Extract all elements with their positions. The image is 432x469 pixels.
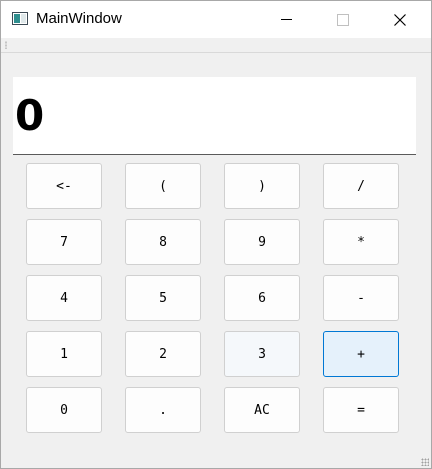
minimize-button[interactable] xyxy=(263,1,309,38)
digit-7-button[interactable]: 7 xyxy=(26,219,102,265)
add-button[interactable]: + xyxy=(323,331,399,377)
digit-6-button[interactable]: 6 xyxy=(224,275,300,321)
digit-8-button[interactable]: 8 xyxy=(125,219,201,265)
calculator-display: 0 xyxy=(13,77,416,155)
maximize-icon xyxy=(337,13,349,26)
toolbar-grip-icon[interactable] xyxy=(5,41,7,49)
subtract-button[interactable]: - xyxy=(323,275,399,321)
digit-0-button[interactable]: 0 xyxy=(26,387,102,433)
size-grip-icon[interactable] xyxy=(421,458,429,466)
maximize-button[interactable] xyxy=(320,1,366,38)
digit-1-button[interactable]: 1 xyxy=(26,331,102,377)
open-paren-button[interactable]: ( xyxy=(125,163,201,209)
multiply-button[interactable]: * xyxy=(323,219,399,265)
backspace-button[interactable]: <- xyxy=(26,163,102,209)
digit-9-button[interactable]: 9 xyxy=(224,219,300,265)
equals-button[interactable]: = xyxy=(323,387,399,433)
minimize-icon xyxy=(280,19,292,20)
digit-4-button[interactable]: 4 xyxy=(26,275,102,321)
digit-3-button[interactable]: 3 xyxy=(224,331,300,377)
main-window: MainWindow 0 <- () / 7 8 9 * 4 5 6- 1 2 3 +0. AC = xyxy=(0,0,432,469)
clear-button[interactable]: AC xyxy=(224,387,300,433)
digit-2-button[interactable]: 2 xyxy=(125,331,201,377)
digit-5-button[interactable]: 5 xyxy=(125,275,201,321)
title-bar[interactable]: MainWindow xyxy=(1,1,431,38)
app-window-icon xyxy=(12,12,28,25)
window-title: MainWindow xyxy=(36,10,122,27)
close-icon xyxy=(394,13,406,26)
decimal-button[interactable]: . xyxy=(125,387,201,433)
display-value: 0 xyxy=(15,91,45,140)
toolbar-area xyxy=(1,38,431,53)
close-button[interactable] xyxy=(377,1,423,38)
divide-button[interactable]: / xyxy=(323,163,399,209)
close-paren-button[interactable]: ) xyxy=(224,163,300,209)
